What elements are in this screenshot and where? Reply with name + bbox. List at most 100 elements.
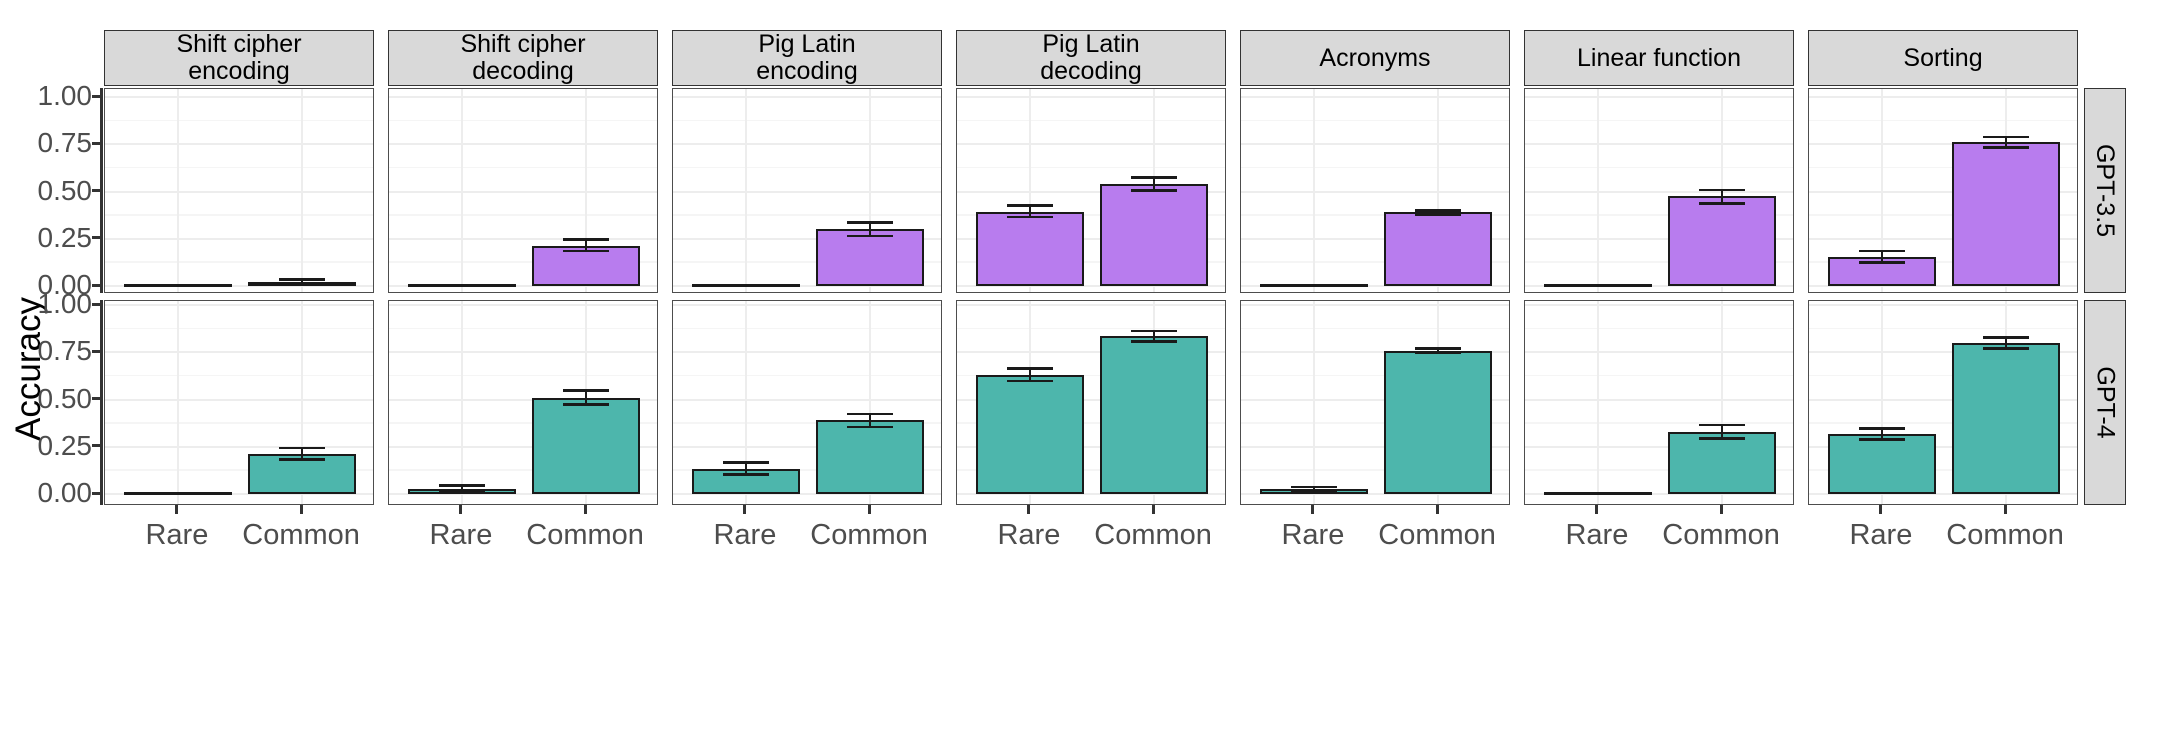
gridline-h [389, 190, 657, 193]
gridline-v [1312, 301, 1315, 504]
facet-panel-r1-c1 [388, 300, 658, 505]
facet-panel-r1-c6 [1808, 300, 2078, 505]
facet-strip-label: Pig Latin decoding [1040, 30, 1142, 85]
gridline-h [1241, 190, 1509, 193]
x-tick-mark [867, 505, 871, 514]
gridline-v [1596, 89, 1599, 292]
gridline-h-minor [105, 166, 373, 169]
bar-common [816, 229, 925, 286]
x-tick-label-common: Common [526, 519, 644, 551]
gridline-h [389, 237, 657, 240]
errorbar-cap-lower [279, 283, 325, 286]
facet-strip-5: Linear function [1524, 30, 1794, 86]
gridline-h-minor [105, 214, 373, 216]
facet-strip-4: Acronyms [1240, 30, 1510, 86]
gridline-h-minor [673, 166, 941, 169]
gridline-h [673, 190, 941, 193]
bar-common [1952, 142, 2061, 286]
facet-strip-6: Sorting [1808, 30, 2078, 86]
gridline-h [1525, 398, 1793, 401]
gridline-h-minor [389, 214, 657, 216]
gridline-h-minor [1241, 119, 1509, 122]
gridline-h [105, 398, 373, 401]
facet-panel-r1-c2 [672, 300, 942, 505]
errorbar-cap-upper [1859, 426, 1905, 430]
errorbar-cap-upper [1131, 329, 1177, 333]
gridline-h [1525, 143, 1793, 146]
gridline-h [105, 351, 373, 354]
gridline-h-minor [1525, 327, 1793, 330]
gridline-v [460, 89, 463, 292]
errorbar-cap-lower [439, 490, 485, 494]
gridline-h-minor [673, 327, 941, 330]
facet-panel-r0-c0 [104, 88, 374, 293]
facet-strip-label: Sorting [1903, 43, 1983, 72]
gridline-h [389, 351, 657, 354]
gridline-h-minor [673, 374, 941, 377]
gridline-h [1525, 190, 1793, 193]
errorbar-cap-upper [1007, 204, 1053, 208]
gridline-h [1241, 304, 1509, 306]
gridline-v [460, 301, 463, 504]
x-tick-label-common: Common [810, 519, 928, 551]
gridline-h [105, 445, 373, 448]
gridline-h-minor [957, 327, 1225, 330]
gridline-h [957, 143, 1225, 146]
facet-panel-r0-c6 [1808, 88, 2078, 293]
x-tick-label-rare: Rare [997, 519, 1061, 551]
x-tick-mark [1151, 505, 1155, 514]
facet-strip-label: Shift cipher decoding [460, 30, 586, 85]
bar-common [1668, 196, 1777, 286]
facet-panel-r1-c3 [956, 300, 1226, 505]
errorbar-cap-upper [279, 446, 325, 450]
errorbar-cap-lower [1291, 489, 1337, 493]
gridline-h [105, 96, 373, 98]
row-strip-1: GPT-4 [2084, 300, 2126, 505]
errorbar-cap-upper [563, 389, 609, 392]
gridline-h [389, 143, 657, 146]
gridline-h-minor [957, 119, 1225, 122]
facet-panel-r1-c4 [1240, 300, 1510, 505]
errorbar-cap-upper [1859, 249, 1905, 253]
bar-rare [1827, 433, 1936, 494]
errorbar-cap-lower [1131, 189, 1177, 192]
facet-panel-r0-c5 [1524, 88, 1794, 293]
x-tick-label-common: Common [1946, 519, 2064, 551]
bar-common [532, 397, 641, 494]
errorbar-cap-upper [439, 484, 485, 487]
bar-rare [1259, 284, 1368, 287]
bar-rare [975, 212, 1084, 286]
x-tick-mark [583, 505, 587, 514]
x-tick-mark [1595, 505, 1599, 514]
errorbar-cap-lower [1007, 215, 1053, 219]
gridline-v [176, 301, 179, 504]
x-tick-label-rare: Rare [1281, 519, 1345, 551]
errorbar-cap-upper [847, 412, 893, 416]
bar-common [1384, 212, 1493, 286]
facet-strip-2: Pig Latin encoding [672, 30, 942, 86]
x-tick-mark [1311, 505, 1315, 514]
gridline-h [389, 304, 657, 306]
gridline-v [1312, 89, 1315, 292]
chart-root: Accuracy 0.00 0.25 0.50 0.75 1.00 0.00 0.25 0.5… [0, 0, 2166, 738]
row-strip-label: GPT-3.5 [2091, 143, 2120, 238]
x-tick-mark [175, 505, 179, 514]
errorbar-cap-lower [1983, 347, 2029, 351]
gridline-h-minor [673, 119, 941, 122]
gridline-h [957, 304, 1225, 306]
gridline-v [301, 89, 304, 292]
gridline-h-minor [1525, 374, 1793, 377]
bar-rare [1543, 284, 1652, 287]
bar-common [1952, 343, 2061, 494]
bar-rare [1543, 492, 1652, 495]
gridline-h [673, 304, 941, 306]
errorbar-cap-lower [847, 234, 893, 238]
errorbar-cap-lower [563, 402, 609, 406]
facet-panel-r1-c0 [104, 300, 374, 505]
bar-common [1668, 432, 1777, 494]
errorbar-cap-upper [847, 221, 893, 225]
gridline-h [957, 96, 1225, 98]
facet-grid: Shift cipher encoding Shift cipher decoding… [0, 0, 2166, 738]
errorbar-cap-lower [1699, 437, 1745, 441]
x-tick-mark [1879, 505, 1883, 514]
